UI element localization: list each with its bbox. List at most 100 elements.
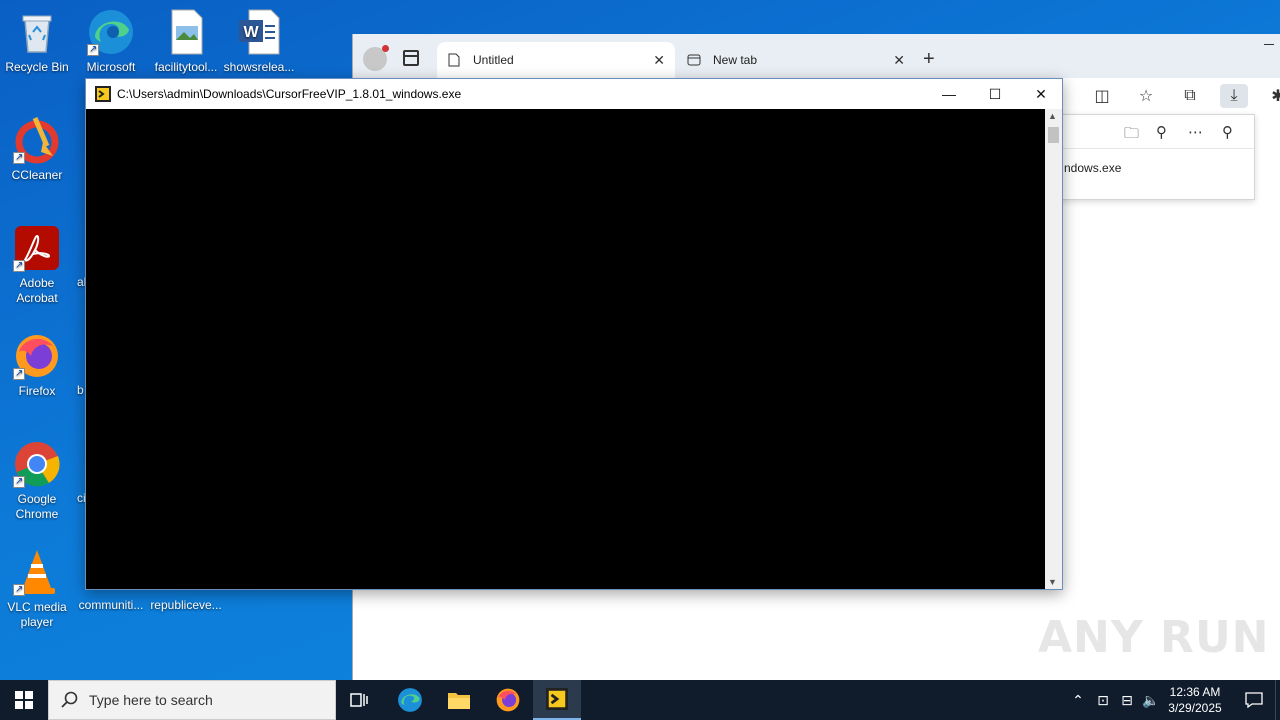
clock-time: 12:36 AM xyxy=(1169,685,1221,699)
notification-dot xyxy=(382,45,389,52)
minimize-button[interactable]: — xyxy=(926,79,972,109)
desktop-icon-label: CCleaner xyxy=(11,168,63,182)
desktop-icon-communiti[interactable]: communiti... xyxy=(75,590,147,613)
tab-actions-icon[interactable] xyxy=(403,50,419,66)
watermark-logo: ANY RUN xyxy=(1038,612,1270,663)
shortcut-arrow-icon xyxy=(13,366,25,381)
task-view-icon xyxy=(350,693,368,707)
show-desktop-button[interactable] xyxy=(1275,680,1280,720)
split-screen-icon[interactable]: ◫ xyxy=(1088,84,1116,108)
console-title-text: C:\Users\admin\Downloads\CursorFreeVIP_1… xyxy=(117,87,462,101)
search-icon[interactable]: ⚲ xyxy=(1156,123,1167,141)
desktop-icon-vlc[interactable]: VLC media player xyxy=(1,548,73,630)
more-options-icon[interactable]: ⋯ xyxy=(1188,123,1203,141)
downloads-panel: 🗀 ⚲ ⋯ ⚲ ndows.exe xyxy=(1053,114,1255,200)
desktop-icon-microsoft-edge[interactable]: Microsoft Edge xyxy=(75,8,147,75)
taskbar-file-explorer[interactable] xyxy=(435,680,483,720)
close-tab-icon[interactable]: ✕ xyxy=(893,52,905,69)
desktop-icon-label: showsrelea... xyxy=(223,60,295,74)
desktop-icon-label: Microsoft Edge xyxy=(86,60,136,74)
maximize-button[interactable]: ☐ xyxy=(972,79,1018,109)
start-button[interactable] xyxy=(0,680,48,720)
desktop-icon-label: Google Chrome xyxy=(15,492,59,521)
vlc-icon xyxy=(13,548,61,597)
action-center-button[interactable] xyxy=(1234,680,1274,720)
taskbar-search-box[interactable]: Type here to search xyxy=(48,680,336,720)
firefox-icon xyxy=(13,332,61,381)
chrome-icon xyxy=(13,440,61,489)
desktop-icon-republiceve[interactable]: republiceve... xyxy=(150,590,222,613)
downloads-icon[interactable]: ⤓ xyxy=(1220,84,1248,108)
notification-icon xyxy=(1245,692,1263,708)
tab-untitled[interactable]: Untitled ✕ xyxy=(437,42,675,78)
ccleaner-icon xyxy=(13,116,61,165)
close-tab-icon[interactable]: ✕ xyxy=(653,52,665,69)
shortcut-arrow-icon xyxy=(13,582,25,597)
recycle-bin-icon xyxy=(13,8,61,56)
desktop-icon-showsrelea[interactable]: W showsrelea... xyxy=(223,8,295,75)
desktop-icon-ccleaner[interactable]: CCleaner xyxy=(1,116,73,183)
pin-icon[interactable]: ⚲ xyxy=(1222,123,1233,141)
shortcut-arrow-icon xyxy=(13,150,25,165)
shortcut-arrow-icon xyxy=(87,42,99,57)
scroll-up-arrow-icon[interactable]: ▲ xyxy=(1048,111,1057,121)
desktop-icon-adobe-acrobat[interactable]: Adobe Acrobat xyxy=(1,224,73,306)
scroll-down-arrow-icon[interactable]: ▼ xyxy=(1048,577,1057,587)
favorites-icon[interactable]: ☆ xyxy=(1132,84,1160,108)
taskbar-edge[interactable] xyxy=(386,680,434,720)
desktop-icon-label: Firefox xyxy=(18,384,56,398)
show-hidden-icons-chevron[interactable]: ⌃ xyxy=(1068,680,1088,720)
minimize-icon[interactable] xyxy=(1264,44,1274,45)
folder-icon xyxy=(448,693,470,709)
shortcut-arrow-icon xyxy=(13,258,25,273)
edge-icon xyxy=(398,688,422,712)
desktop-icon-label: Recycle Bin xyxy=(5,60,69,74)
shortcut-arrow-icon xyxy=(13,474,25,489)
volume-icon[interactable]: 🔈 xyxy=(1140,680,1162,720)
console-output-area[interactable] xyxy=(86,109,1046,589)
page-icon xyxy=(448,53,460,67)
close-button[interactable]: ✕ xyxy=(1018,79,1064,109)
console-title-bar[interactable]: C:\Users\admin\Downloads\CursorFreeVIP_1… xyxy=(86,79,1062,109)
desktop-icon-label: Adobe Acrobat xyxy=(16,276,58,305)
console-scrollbar[interactable]: ▲ ▼ xyxy=(1045,109,1062,589)
profile-avatar-icon[interactable] xyxy=(363,45,389,71)
console-app-icon xyxy=(95,86,111,102)
task-view-button[interactable] xyxy=(336,680,384,720)
word-document-icon: W xyxy=(235,8,283,56)
new-tab-plus-icon[interactable]: + xyxy=(923,48,935,71)
windows-logo-icon xyxy=(15,691,33,709)
collections-icon[interactable]: ⧉ xyxy=(1176,84,1204,108)
taskbar: Type here to search ⌃ ⊡ ⊟ 🔈 12:36 AM 3/2… xyxy=(0,680,1280,720)
desktop-icon-label: republiceve... xyxy=(150,598,222,612)
taskbar-console-app[interactable] xyxy=(533,680,581,720)
search-placeholder: Type here to search xyxy=(89,692,213,708)
acrobat-icon xyxy=(13,224,61,273)
desktop-icon-facilitytool[interactable]: facilitytool... xyxy=(150,8,222,75)
new-tab-page-icon xyxy=(687,54,701,66)
tab-label: Untitled xyxy=(473,53,514,67)
taskbar-clock[interactable]: 12:36 AM 3/29/2025 xyxy=(1160,684,1230,716)
copilot-icon[interactable]: ✱ xyxy=(1264,84,1280,108)
edge-icon xyxy=(87,8,135,57)
device-icon[interactable]: ⊡ xyxy=(1092,680,1114,720)
taskbar-firefox[interactable] xyxy=(484,680,532,720)
console-window: C:\Users\admin\Downloads\CursorFreeVIP_1… xyxy=(85,78,1063,590)
console-app-icon xyxy=(546,688,568,710)
network-icon[interactable]: ⊟ xyxy=(1116,680,1138,720)
desktop-icon-label: VLC media player xyxy=(7,600,67,629)
open-folder-icon[interactable]: 🗀 xyxy=(1124,123,1139,148)
desktop-icon-label: communiti... xyxy=(78,598,144,612)
scrollbar-thumb[interactable] xyxy=(1048,127,1059,143)
search-icon xyxy=(61,691,78,708)
image-file-icon xyxy=(162,8,210,56)
edge-tab-bar: Untitled ✕ New tab ✕ + xyxy=(353,34,1280,78)
desktop-icon-firefox[interactable]: Firefox xyxy=(1,332,73,399)
desktop-icon-recycle-bin[interactable]: Recycle Bin xyxy=(1,8,73,75)
firefox-icon xyxy=(496,688,520,712)
tab-new-tab[interactable]: New tab ✕ xyxy=(677,42,915,78)
downloads-panel-header: 🗀 ⚲ ⋯ ⚲ xyxy=(1054,115,1254,149)
desktop-icon-google-chrome[interactable]: Google Chrome xyxy=(1,440,73,522)
download-filename[interactable]: ndows.exe xyxy=(1064,161,1121,175)
tab-label: New tab xyxy=(713,53,758,67)
